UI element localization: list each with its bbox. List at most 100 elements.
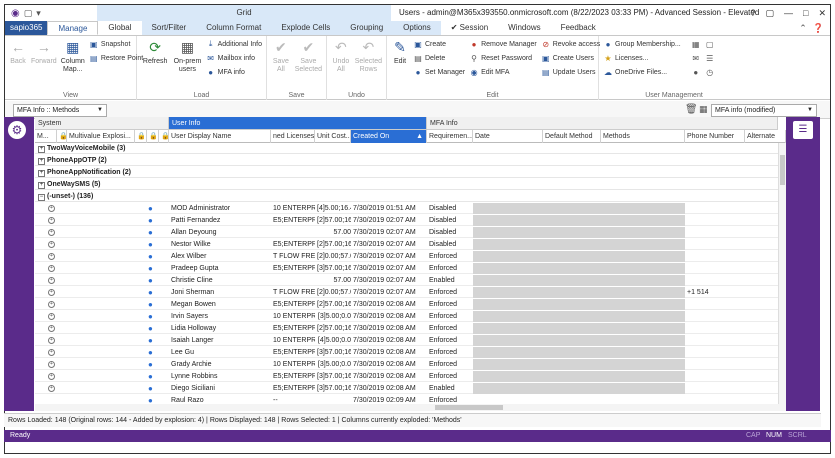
more-options-5-button[interactable]: ☰ (705, 52, 715, 64)
tab-explode-cells[interactable]: Explode Cells (271, 21, 341, 35)
tab-sapio365[interactable]: sapio365 (5, 21, 48, 35)
undo-all-button[interactable]: ↶ Undo All (331, 38, 351, 100)
expand-row-icon[interactable]: + (48, 373, 55, 380)
dropdown-arrow-icon[interactable]: ▾ (36, 8, 41, 19)
expand-row-icon[interactable]: + (48, 301, 55, 308)
column-map-button[interactable]: ▦ Column Map... (61, 38, 85, 100)
update-users-button[interactable]: ▤ Update Users (541, 66, 600, 78)
expand-row-icon[interactable]: + (48, 253, 55, 260)
more-options-2-button[interactable]: ✉ (691, 52, 701, 64)
tab-column-format[interactable]: Column Format (196, 21, 272, 35)
expand-row-icon[interactable]: + (48, 229, 55, 236)
scroll-thumb[interactable] (780, 155, 785, 185)
view-preset-selector[interactable]: MFA info (modified) ▼ (711, 104, 817, 117)
expand-row-icon[interactable]: + (48, 217, 55, 224)
vertical-scrollbar[interactable] (778, 143, 786, 411)
table-row[interactable]: + ● Nestor Wilke E5;ENTERPRI [2]57.00;16. 7/3… (35, 239, 778, 250)
maximize-icon[interactable]: □ (803, 8, 808, 18)
undo-selected-button[interactable]: ↶ Selected Rows (355, 38, 382, 100)
create-users-button[interactable]: ▣ Create Users (541, 52, 600, 64)
expand-row-icon[interactable]: + (48, 289, 55, 296)
col-display-name[interactable]: User Display Name (169, 130, 271, 143)
col-default-method[interactable]: Default Method (543, 130, 601, 143)
save-all-button[interactable]: ✔ Save All (271, 38, 291, 100)
table-row[interactable]: + ● Lidia Holloway E5;ENTERPRI [2]57.00;16. 7… (35, 323, 778, 334)
help-icon[interactable]: ❓ (813, 23, 824, 34)
table-row[interactable]: + ● Pradeep Gupta E5;ENTERPRI [3]57.00;16. 7/… (35, 263, 778, 274)
scroll-thumb[interactable] (435, 405, 503, 410)
back-button[interactable]: ← Back (9, 38, 27, 100)
tab-sort-filter[interactable]: Sort/Filter (141, 21, 197, 35)
help-question-icon[interactable]: ? (750, 8, 755, 18)
onedrive-files-button[interactable]: ☁ OneDrive Files... (603, 66, 681, 78)
restore-point-button[interactable]: ▤ Restore Point (89, 52, 143, 64)
group-row[interactable]: + OneWaySMS (5) (35, 179, 778, 190)
expand-row-icon[interactable]: + (48, 277, 55, 284)
mfa-info-button[interactable]: ● MFA info (206, 66, 262, 78)
refresh-button[interactable]: ⟳ Refresh (141, 38, 169, 100)
table-row[interactable]: + ● Joni Sherman T FLOW FREE;[2]0.00;57.07/… (35, 287, 778, 298)
col-methods[interactable]: Methods (601, 130, 685, 143)
collapse-icon[interactable]: − (38, 194, 45, 201)
table-row[interactable]: + ● MOD Administrator 10 ENTERPRI [4]5.00;16… (35, 203, 778, 214)
table-row[interactable]: + ● Lee Gu E5;ENTERPRI [3]57.00;16. 7/30/2019… (35, 347, 778, 358)
col-alternate[interactable]: Alternate (745, 130, 786, 143)
table-row[interactable]: + ● Megan Bowen E5;ENTERPRI [2]57.00;16. 7/30… (35, 299, 778, 310)
more-options-1-button[interactable]: ▦ (691, 38, 701, 50)
expand-icon[interactable]: + (38, 182, 45, 189)
tab-feedback[interactable]: Feedback (551, 21, 606, 35)
band-user-info[interactable]: User Info (169, 117, 427, 130)
more-options-3-button[interactable]: ● (691, 66, 701, 78)
col-requirement[interactable]: Requiremen... (427, 130, 473, 143)
group-membership-button[interactable]: ● Group Membership... (603, 38, 681, 50)
licenses-button[interactable]: ★ Licenses... (603, 52, 681, 64)
col-date[interactable]: Date (473, 130, 543, 143)
expand-row-icon[interactable]: + (48, 349, 55, 356)
delete-button[interactable]: ▤ Delete (413, 52, 465, 64)
table-row[interactable]: + ● Allan Deyoung 57.00 7/30/2019 02:07 AM Di… (35, 227, 778, 238)
tab-options[interactable]: Options (393, 21, 441, 35)
tab-session[interactable]: ✔ Session (441, 21, 498, 35)
onprem-users-button[interactable]: ▦ On-prem users (173, 38, 202, 100)
col-created-on[interactable]: Created On ▲ (351, 130, 427, 143)
view-selector[interactable]: MFA Info :: Methods ▼ (13, 104, 107, 117)
close-icon[interactable]: ✕ (818, 8, 826, 19)
band-system[interactable]: System (35, 117, 169, 130)
expand-row-icon[interactable]: + (48, 205, 55, 212)
expand-row-icon[interactable]: + (48, 313, 55, 320)
expand-row-icon[interactable]: + (48, 385, 55, 392)
col-unit-cost[interactable]: Unit Cost... (315, 130, 351, 143)
table-row[interactable]: + ● Alex Wilber T FLOW FREE;[2]0.00;57.07/3… (35, 251, 778, 262)
expand-row-icon[interactable]: + (48, 361, 55, 368)
edit-mfa-button[interactable]: ◉ Edit MFA (469, 66, 537, 78)
group-row[interactable]: + PhoneAppNotification (2) (35, 167, 778, 178)
col-phone[interactable]: Phone Number (685, 130, 745, 143)
tab-global[interactable]: Global (98, 21, 141, 35)
mailbox-info-button[interactable]: ✉ Mailbox info (206, 52, 262, 64)
minimize-icon[interactable]: — (784, 8, 793, 18)
table-row[interactable]: + ● Diego Siciliani E5;ENTERPRI [3]57.00;16.… (35, 383, 778, 394)
expand-icon[interactable]: + (38, 158, 45, 165)
edit-button[interactable]: ✎ Edit (391, 38, 409, 100)
side-panel-toggle-icon[interactable]: ☰ (793, 121, 813, 139)
forward-button[interactable]: → Forward (31, 38, 57, 100)
snapshot-button[interactable]: ▣ Snapshot (89, 38, 143, 50)
table-row[interactable]: + ● Lynne Robbins E5;ENTERPRI [3]57.00;16. 7/… (35, 371, 778, 382)
expand-row-icon[interactable]: + (48, 241, 55, 248)
table-row[interactable]: + ● Patti Fernandez E5;ENTERPRI [2]57.00;16.… (35, 215, 778, 226)
group-row[interactable]: + PhoneAppOTP (2) (35, 155, 778, 166)
table-row[interactable]: + ● Irvin Sayers 10 ENTERPRI [3]5.00;0.0 7/30… (35, 311, 778, 322)
tab-manage[interactable]: Manage (47, 21, 99, 35)
table-row[interactable]: + ● Isaiah Langer 10 ENTERPRI [4]5.00;0.0 7/3… (35, 335, 778, 346)
horizontal-scrollbar[interactable] (35, 404, 786, 411)
table-row[interactable]: + ● Grady Archie 10 ENTERPRI [3]5.00;0.0 7/30… (35, 359, 778, 370)
expand-row-icon[interactable]: + (48, 265, 55, 272)
restore-icon[interactable]: ▢ (766, 8, 775, 19)
tab-windows[interactable]: Windows (498, 21, 550, 35)
additional-info-button[interactable]: ⤓ Additional Info (206, 38, 262, 50)
remove-manager-button[interactable]: ● Remove Manager (469, 38, 537, 50)
band-mfa-info[interactable]: MFA Info (427, 117, 778, 130)
create-button[interactable]: ▣ Create (413, 38, 465, 50)
save-selected-button[interactable]: ✔ Save Selected (295, 38, 322, 100)
revoke-access-button[interactable]: ⊘ Revoke access (541, 38, 600, 50)
